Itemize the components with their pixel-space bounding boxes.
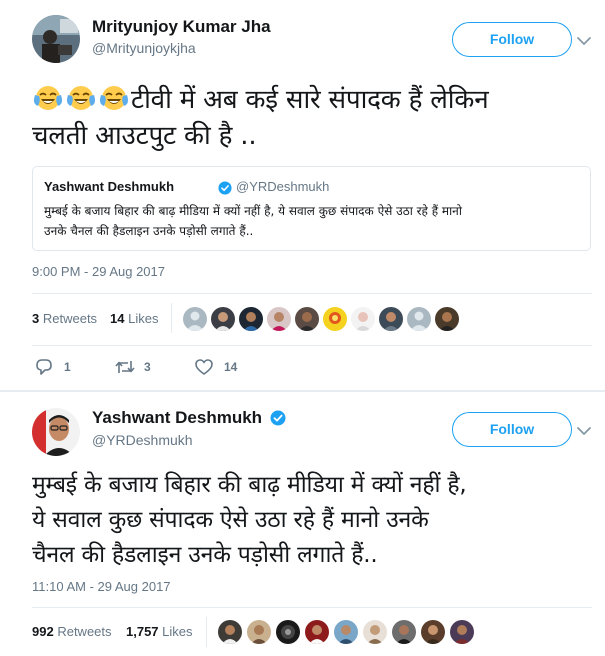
quoted-handle: @YRDeshmukh: [236, 179, 330, 194]
tweet-text: टीवी में अब कई सारे संपादक हैं लेकिन चलत…: [32, 82, 592, 154]
retweets-label: Retweets: [57, 624, 112, 639]
stats-separator: [171, 303, 172, 333]
like-action[interactable]: 14: [194, 357, 254, 377]
quoted-tweet-card[interactable]: Yashwant Deshmukh @YRDeshmukh मुम्बई के …: [32, 166, 591, 251]
liker-avatar[interactable]: [351, 307, 375, 331]
retweets-count: 992: [32, 624, 54, 639]
chevron-down-icon[interactable]: [576, 35, 592, 47]
retweets-label: Retweets: [42, 311, 98, 326]
joy-emoji-icon: [65, 84, 97, 112]
likers-list: [183, 307, 459, 331]
retweets-count: 3: [32, 311, 40, 326]
avatar-mrityunjoy[interactable]: [32, 15, 80, 63]
tweet-text-line-1: टीवी में अब कई सारे संपादक हैं लेकिन: [131, 85, 489, 115]
reply-icon: [36, 359, 52, 375]
tweet-text-line-2: चलती आउटपुट की है ..: [32, 121, 257, 151]
tweet-text-line-1: मुम्बई के बजाय बिहार की बाढ़ मीडिया में …: [32, 472, 467, 498]
tweet-mrityunjoy: Mrityunjoy Kumar Jha @Mrityunjoykjha Fol…: [0, 0, 605, 390]
liker-avatar[interactable]: [295, 307, 319, 331]
reply-action[interactable]: 1: [34, 357, 84, 377]
joy-emoji-icon: [32, 84, 64, 112]
liker-avatar[interactable]: [211, 307, 235, 331]
liker-avatar[interactable]: [379, 307, 403, 331]
likes-label: Likes: [128, 311, 159, 326]
retweets-stat[interactable]: 992 Retweets: [32, 624, 112, 639]
timestamp[interactable]: 9:00 PM - 29 Aug 2017: [32, 264, 165, 279]
liker-avatar[interactable]: [276, 620, 300, 644]
divider: [32, 607, 592, 608]
follow-button[interactable]: Follow: [452, 22, 572, 57]
liker-avatar[interactable]: [239, 307, 263, 331]
quoted-text-line-1: मुम्बई के बजाय बिहार की बाढ़ मीडिया में …: [44, 204, 462, 218]
chevron-down-icon[interactable]: [576, 425, 592, 437]
liker-avatar[interactable]: [305, 620, 329, 644]
follow-button[interactable]: Follow: [452, 412, 572, 447]
reply-count: 1: [64, 360, 71, 374]
liker-avatar[interactable]: [392, 620, 416, 644]
retweets-stat[interactable]: 3 Retweets: [32, 311, 97, 326]
likes-count: 1,757: [126, 624, 159, 639]
retweet-action[interactable]: 3: [114, 357, 164, 377]
avatar-yashwant[interactable]: [32, 408, 80, 456]
liker-avatar[interactable]: [183, 307, 207, 331]
verified-badge-icon: [270, 410, 286, 426]
liker-avatar[interactable]: [267, 307, 291, 331]
divider: [32, 345, 592, 346]
divider: [32, 293, 592, 294]
liker-avatar[interactable]: [450, 620, 474, 644]
liker-avatar[interactable]: [407, 307, 431, 331]
like-count: 14: [224, 360, 238, 374]
likes-count: 14: [110, 311, 125, 326]
liker-avatar[interactable]: [334, 620, 358, 644]
liker-avatar[interactable]: [247, 620, 271, 644]
likes-stat[interactable]: 14 Likes: [110, 311, 158, 326]
liker-avatar[interactable]: [363, 620, 387, 644]
quoted-text: मुम्बई के बजाय बिहार की बाढ़ मीडिया में …: [44, 201, 584, 241]
verified-badge-icon: [218, 180, 232, 195]
tweet-yashwant: Yashwant Deshmukh @YRDeshmukh Follow मुम…: [0, 392, 605, 656]
retweet-icon: [115, 361, 135, 373]
likers-list: [218, 620, 478, 644]
tweet-text-line-2: ये सवाल कुछ संपादक ऐसे उठा रहे हैं मानो …: [32, 507, 429, 533]
quoted-display-name: Yashwant Deshmukh: [44, 179, 175, 194]
liker-avatar[interactable]: [421, 620, 445, 644]
display-name[interactable]: Mrityunjoy Kumar Jha: [92, 17, 271, 37]
retweet-count: 3: [144, 360, 151, 374]
timestamp[interactable]: 11:10 AM - 29 Aug 2017: [32, 579, 171, 594]
liker-avatar[interactable]: [323, 307, 347, 331]
likes-stat[interactable]: 1,757 Likes: [126, 624, 193, 639]
liker-avatar[interactable]: [435, 307, 459, 331]
likes-label: Likes: [162, 624, 193, 639]
handle[interactable]: @Mrityunjoykjha: [92, 40, 196, 56]
handle[interactable]: @YRDeshmukh: [92, 432, 193, 448]
liker-avatar[interactable]: [218, 620, 242, 644]
heart-icon: [195, 359, 213, 375]
tweet-text: मुम्बई के बजाय बिहार की बाढ़ मीडिया में …: [32, 468, 592, 573]
display-name[interactable]: Yashwant Deshmukh: [92, 408, 262, 428]
joy-emoji-icon: [98, 84, 130, 112]
quoted-text-line-2: उनके चैनल की हैडलाइन उनके पड़ोसी लगाते ह…: [44, 224, 254, 238]
stats-separator: [206, 617, 207, 647]
tweet-text-line-3: चैनल की हैडलाइन उनके पड़ोसी लगाते हैं..: [32, 542, 378, 568]
